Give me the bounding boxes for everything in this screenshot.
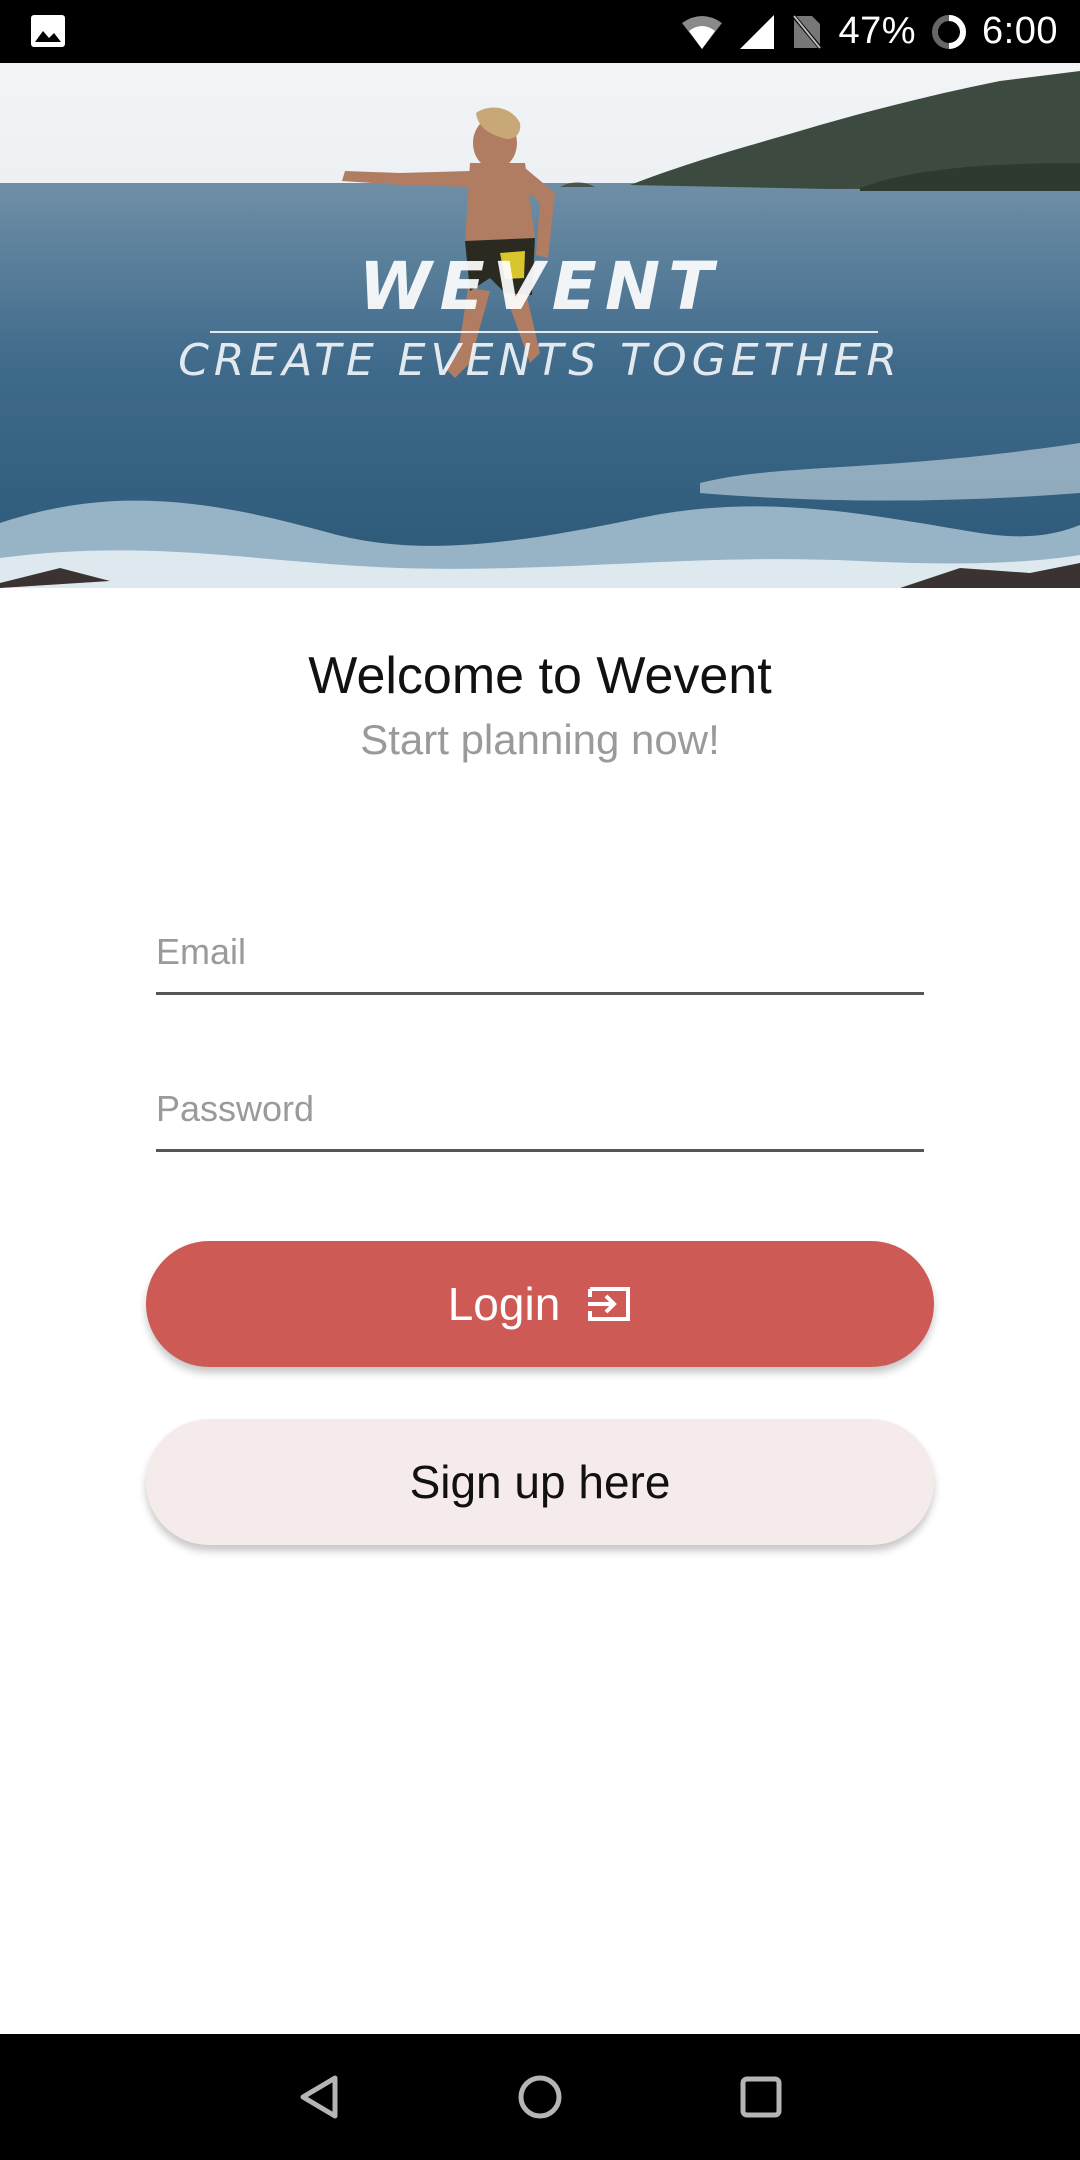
battery-percentage: 47% [838,10,917,52]
brand-tagline: CREATE EVENTS TOGETHER [178,335,902,386]
welcome-title: Welcome to Wevent [308,647,772,705]
welcome-subtitle: Start planning now! [360,716,720,763]
signup-button-label: Sign up here [409,1456,671,1508]
login-button-label: Login [447,1278,561,1330]
gallery-icon [31,15,65,47]
no-sim-icon [790,12,825,51]
back-icon[interactable] [289,2066,351,2128]
recents-icon[interactable] [730,2066,792,2128]
navigation-bar [0,2034,1080,2160]
signup-button[interactable]: Sign up here [146,1419,934,1545]
hero-banner: WEVENT CREATE EVENTS TOGETHER [0,63,1080,588]
brand-divider [210,331,878,333]
login-screen: 47% 6:00 WEVENT CREATE EVENTS TOGETHER W… [0,0,1080,2160]
password-field[interactable] [156,1077,924,1152]
login-icon [588,1287,631,1321]
cell-signal-icon [740,14,775,49]
clock: 6:00 [982,10,1058,52]
brand-logo: WEVENT [358,248,722,325]
home-icon[interactable] [509,2066,571,2128]
login-button[interactable]: Login [146,1241,934,1367]
email-field[interactable] [156,920,924,995]
hero-image [0,63,1080,588]
wifi-icon [682,15,723,49]
battery-icon [932,14,967,49]
status-icons: 47% 6:00 [680,0,1058,63]
status-bar: 47% 6:00 [0,0,1080,63]
